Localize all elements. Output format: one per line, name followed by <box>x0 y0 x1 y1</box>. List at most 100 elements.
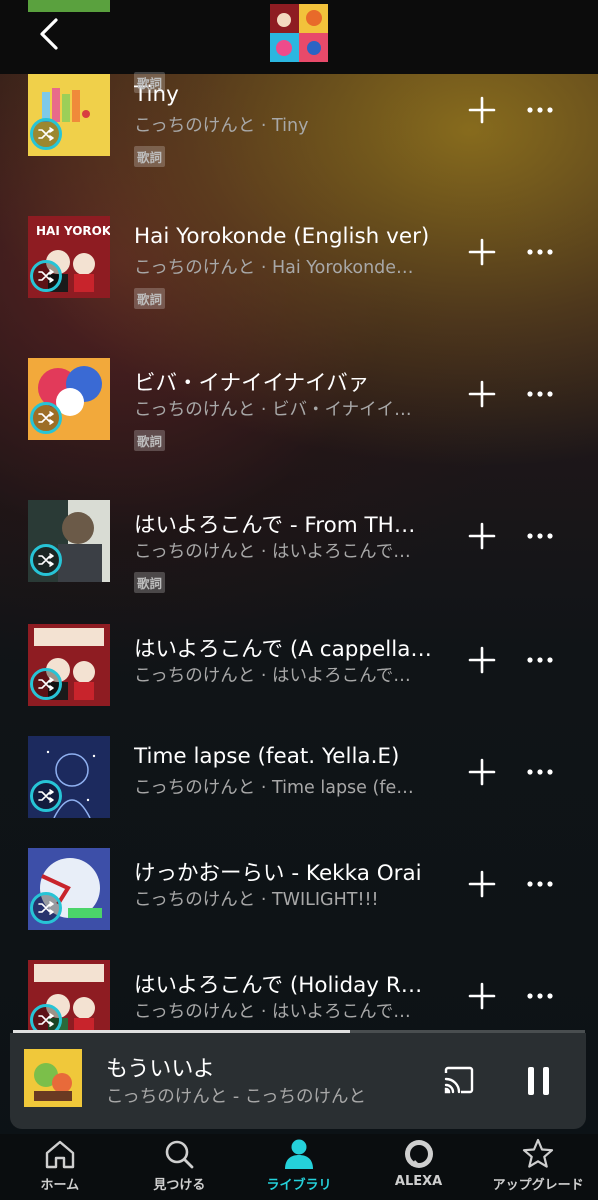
shuffle-icon <box>30 544 62 576</box>
add-button[interactable] <box>466 756 498 788</box>
add-button[interactable] <box>466 520 498 552</box>
track-row[interactable]: Tiny こっちのけんと · Tiny 歌詞 <box>0 74 598 186</box>
previous-track-lyrics-badge: 歌詞 <box>134 72 166 93</box>
ellipsis-icon <box>527 993 553 999</box>
track-subtitle: こっちのけんと · はいよろこんで… <box>134 1002 411 1022</box>
library-icon <box>284 1139 313 1169</box>
lyrics-badge: 歌詞 <box>134 572 166 593</box>
add-button[interactable] <box>466 868 498 900</box>
track-title: はいよろこんで (Holiday R… <box>134 973 423 998</box>
track-subtitle: こっちのけんと · Tiny <box>134 116 309 136</box>
add-button[interactable] <box>466 378 498 410</box>
track-row[interactable]: けっかおーらい - Kekka Orai こっちのけんと · TWILIGHT!… <box>0 848 598 960</box>
track-row[interactable]: Time lapse (feat. Yella.E) こっちのけんと · Tim… <box>0 736 598 848</box>
track-subtitle: こっちのけんと · Time lapse (fe… <box>134 778 414 798</box>
shuffle-icon <box>30 118 62 150</box>
track-subtitle: こっちのけんと · Hai Yorokonde… <box>134 258 414 278</box>
nav-upgrade-label: アップグレード <box>492 1178 584 1193</box>
ellipsis-icon <box>527 533 553 539</box>
track-subtitle: こっちのけんと · ビバ・イナイイ… <box>134 400 412 420</box>
add-button[interactable] <box>466 236 498 268</box>
lyrics-badge: 歌詞 <box>134 288 166 309</box>
more-options-button[interactable] <box>524 240 556 264</box>
album-cover <box>28 848 110 930</box>
now-playing-title: もういいよ <box>106 1057 215 1082</box>
more-options-button[interactable] <box>524 648 556 672</box>
add-button[interactable] <box>466 644 498 676</box>
nav-library-label: ライブラリ <box>266 1178 332 1193</box>
nav-find[interactable]: 見つける <box>120 1134 240 1200</box>
album-cover <box>28 736 110 818</box>
track-title: Time lapse (feat. Yella.E) <box>134 744 400 769</box>
bottom-navigation: ホーム 見つける ライブラリ ALEXA アップグレード <box>0 1134 598 1200</box>
lyrics-badge: 歌詞 <box>134 146 166 167</box>
cast-icon <box>444 1066 474 1094</box>
track-title: はいよろこんで (A cappella… <box>134 637 432 662</box>
more-options-button[interactable] <box>524 98 556 122</box>
chevron-left-icon <box>40 18 58 50</box>
back-button[interactable] <box>30 12 70 56</box>
nav-alexa-label: ALEXA <box>394 1174 443 1189</box>
album-cover <box>28 624 110 706</box>
nav-alexa[interactable]: ALEXA <box>359 1134 479 1200</box>
more-options-button[interactable] <box>524 382 556 406</box>
track-row[interactable]: はいよろこんで (A cappella… こっちのけんと · はいよろこんで… <box>0 624 598 736</box>
search-icon <box>166 1140 194 1169</box>
plus-icon <box>468 982 496 1010</box>
track-title: ビバ・イナイイナイバァ <box>134 371 370 396</box>
track-row[interactable]: HAI YOROKONDE Hai Yorokonde (English ver… <box>0 216 598 328</box>
more-options-button[interactable] <box>524 760 556 784</box>
shuffle-icon <box>30 668 62 700</box>
track-title: はいよろこんで - From TH… <box>134 513 416 538</box>
shuffle-icon <box>30 892 62 924</box>
more-options-button[interactable] <box>524 872 556 896</box>
nav-library[interactable]: ライブラリ <box>239 1134 359 1200</box>
shuffle-icon <box>30 402 62 434</box>
star-icon <box>523 1138 554 1168</box>
album-cover <box>28 500 110 582</box>
alexa-icon <box>404 1140 433 1168</box>
top-bar: 歌詞 <box>0 0 598 93</box>
ellipsis-icon <box>527 391 553 397</box>
plus-icon <box>468 380 496 408</box>
nav-upgrade[interactable]: アップグレード <box>478 1134 598 1200</box>
plus-icon <box>468 758 496 786</box>
album-cover <box>28 358 110 440</box>
album-cover: HAI YOROKONDE <box>28 216 110 298</box>
nav-home[interactable]: ホーム <box>0 1134 120 1200</box>
mini-player[interactable]: もういいよ こっちのけんと - こっちのけんと <box>10 1033 586 1129</box>
nav-home-label: ホーム <box>40 1178 80 1193</box>
track-title: Tiny <box>134 82 179 107</box>
track-title: けっかおーらい - Kekka Orai <box>134 861 422 886</box>
track-row[interactable]: ビバ・イナイイナイバァ こっちのけんと · ビバ・イナイイ… 歌詞 <box>0 358 598 470</box>
pause-button[interactable] <box>524 1063 554 1099</box>
previous-track-cover-peek <box>28 0 110 12</box>
plus-icon <box>468 870 496 898</box>
add-button[interactable] <box>466 94 498 126</box>
cast-button[interactable] <box>442 1063 476 1097</box>
more-options-button[interactable] <box>524 984 556 1008</box>
track-subtitle: こっちのけんと · はいよろこんで… <box>134 666 411 686</box>
now-playing-subtitle: こっちのけんと - こっちのけんと <box>106 1087 366 1107</box>
home-icon <box>45 1140 74 1169</box>
shuffle-icon <box>30 260 62 292</box>
plus-icon <box>468 522 496 550</box>
more-options-button[interactable] <box>524 524 556 548</box>
now-playing-cover[interactable] <box>24 1049 82 1107</box>
pause-icon <box>528 1067 549 1095</box>
playlist-cover-art[interactable] <box>270 4 328 62</box>
svg-text:HAI YOROKONDE: HAI YOROKONDE <box>36 224 110 238</box>
ellipsis-icon <box>527 769 553 775</box>
shuffle-icon <box>30 780 62 812</box>
nav-find-label: 見つける <box>153 1178 206 1193</box>
track-subtitle: こっちのけんと · TWILIGHT!!! <box>134 890 379 910</box>
track-subtitle: こっちのけんと · はいよろこんで… <box>134 542 411 562</box>
ellipsis-icon <box>527 657 553 663</box>
plus-icon <box>468 646 496 674</box>
add-button[interactable] <box>466 980 498 1012</box>
track-row[interactable]: はいよろこんで - From TH… こっちのけんと · はいよろこんで… 歌詞 <box>0 500 598 612</box>
track-title: Hai Yorokonde (English ver) <box>134 224 430 249</box>
plus-icon <box>468 238 496 266</box>
ellipsis-icon <box>527 249 553 255</box>
plus-icon <box>468 96 496 124</box>
